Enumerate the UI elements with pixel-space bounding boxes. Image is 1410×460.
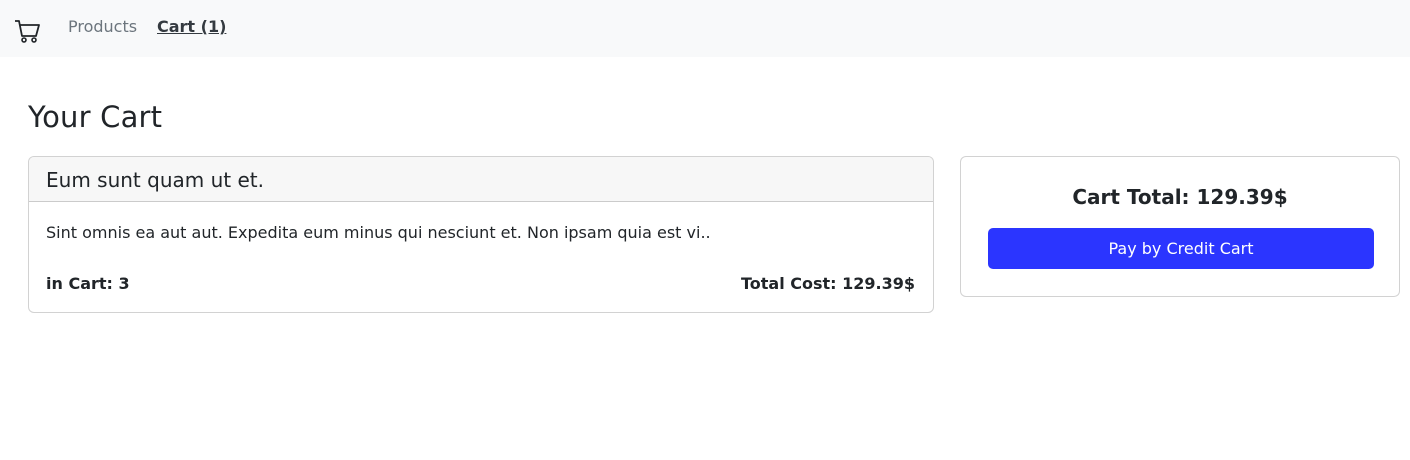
navbar: Products Cart (1) [0,0,1410,57]
cart-item-total-cost: Total Cost: 129.39$ [740,274,915,293]
cart-item-description: Sint omnis ea aut aut. Expedita eum minu… [46,223,711,242]
nav-link-cart[interactable]: Cart (1) [157,17,226,36]
cart-item-card: Eum sunt quam ut et. Sint omnis ea aut a… [28,156,934,313]
nav-link-products[interactable]: Products [68,17,137,36]
page-title: Your Cart [28,100,163,134]
shopping-cart-icon[interactable] [14,16,42,44]
cart-item-quantity: in Cart: 3 [46,274,130,293]
pay-by-credit-card-button[interactable]: Pay by Credit Cart [988,228,1374,269]
cart-total: Cart Total: 129.39$ [1072,185,1288,209]
cart-summary-card: Cart Total: 129.39$ Pay by Credit Cart [960,156,1400,297]
cart-item-title: Eum sunt quam ut et. [29,157,933,202]
